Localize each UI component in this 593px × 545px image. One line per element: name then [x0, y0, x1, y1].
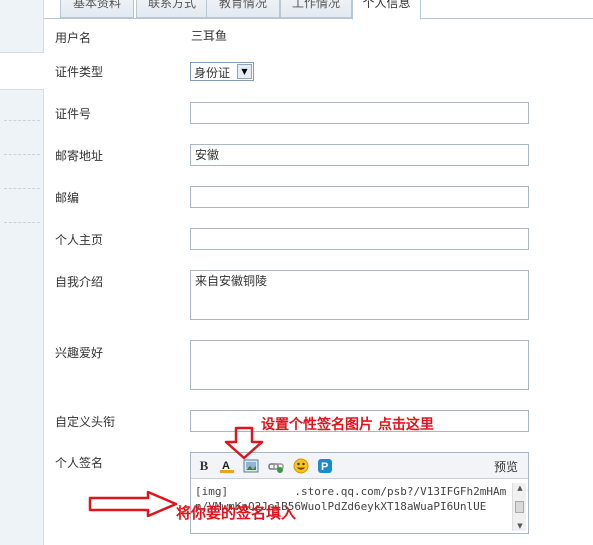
- id-number-label: 证件号: [55, 107, 92, 121]
- insert-link-icon[interactable]: [268, 458, 284, 474]
- sidebar-divider: [4, 188, 40, 189]
- scroll-up-icon[interactable]: ▲: [513, 483, 527, 493]
- tab-education[interactable]: 教育情况: [206, 0, 280, 18]
- paypal-icon[interactable]: P: [317, 458, 333, 474]
- signature-label: 个人签名: [55, 456, 104, 470]
- right-arrow-icon: [88, 490, 178, 518]
- annotation-bottom: 将你要的签名填入: [176, 504, 297, 522]
- annotation-top: 设置个性签名图片 点击这里: [261, 417, 434, 433]
- font-color-icon[interactable]: A: [219, 458, 235, 474]
- id-type-select[interactable]: 身份证 ▼: [190, 62, 254, 81]
- sidebar-selected-item[interactable]: [0, 52, 44, 90]
- emoticon-icon[interactable]: [293, 458, 309, 474]
- id-type-selected-value: 身份证: [194, 66, 231, 80]
- address-field[interactable]: 安徽: [190, 144, 529, 166]
- sidebar-divider: [4, 222, 40, 223]
- scroll-thumb[interactable]: [515, 501, 524, 513]
- insert-image-icon[interactable]: [243, 458, 259, 474]
- custom-title-label: 自定义头衔: [55, 415, 116, 429]
- tab-basic-info[interactable]: 基本资料: [60, 0, 134, 18]
- tab-personal-info[interactable]: 个人信息: [352, 0, 421, 20]
- bold-icon[interactable]: B: [196, 458, 212, 474]
- zipcode-label: 邮编: [55, 191, 80, 205]
- id-number-field[interactable]: [190, 102, 529, 124]
- tab-work[interactable]: 工作情况: [280, 0, 352, 18]
- chevron-down-icon[interactable]: ▼: [237, 64, 252, 79]
- sidebar-divider: [4, 120, 40, 121]
- hobby-textarea[interactable]: [190, 340, 529, 390]
- down-arrow-icon: [224, 426, 264, 460]
- tab-bar: 基本资料 联系方式 教育情况 工作情况 个人信息: [44, 0, 593, 20]
- homepage-label: 个人主页: [55, 233, 104, 247]
- tab-contact[interactable]: 联系方式: [136, 0, 208, 18]
- sidebar-divider: [4, 154, 40, 155]
- intro-textarea[interactable]: 来自安徽铜陵: [190, 270, 529, 320]
- username-label: 用户名: [55, 31, 92, 45]
- svg-text:P: P: [321, 461, 328, 473]
- scroll-down-icon[interactable]: ▼: [513, 521, 527, 531]
- username-value: 三耳鱼: [191, 29, 228, 43]
- left-sidebar: [0, 0, 44, 545]
- id-type-label: 证件类型: [55, 65, 104, 79]
- intro-label: 自我介绍: [55, 275, 104, 289]
- address-label: 邮寄地址: [55, 149, 104, 163]
- homepage-field[interactable]: [190, 228, 529, 250]
- editor-scrollbar[interactable]: ▲ ▼: [512, 483, 526, 531]
- zipcode-field[interactable]: [190, 186, 529, 208]
- preview-button[interactable]: 预览: [494, 458, 518, 475]
- hobby-label: 兴趣爱好: [55, 346, 104, 360]
